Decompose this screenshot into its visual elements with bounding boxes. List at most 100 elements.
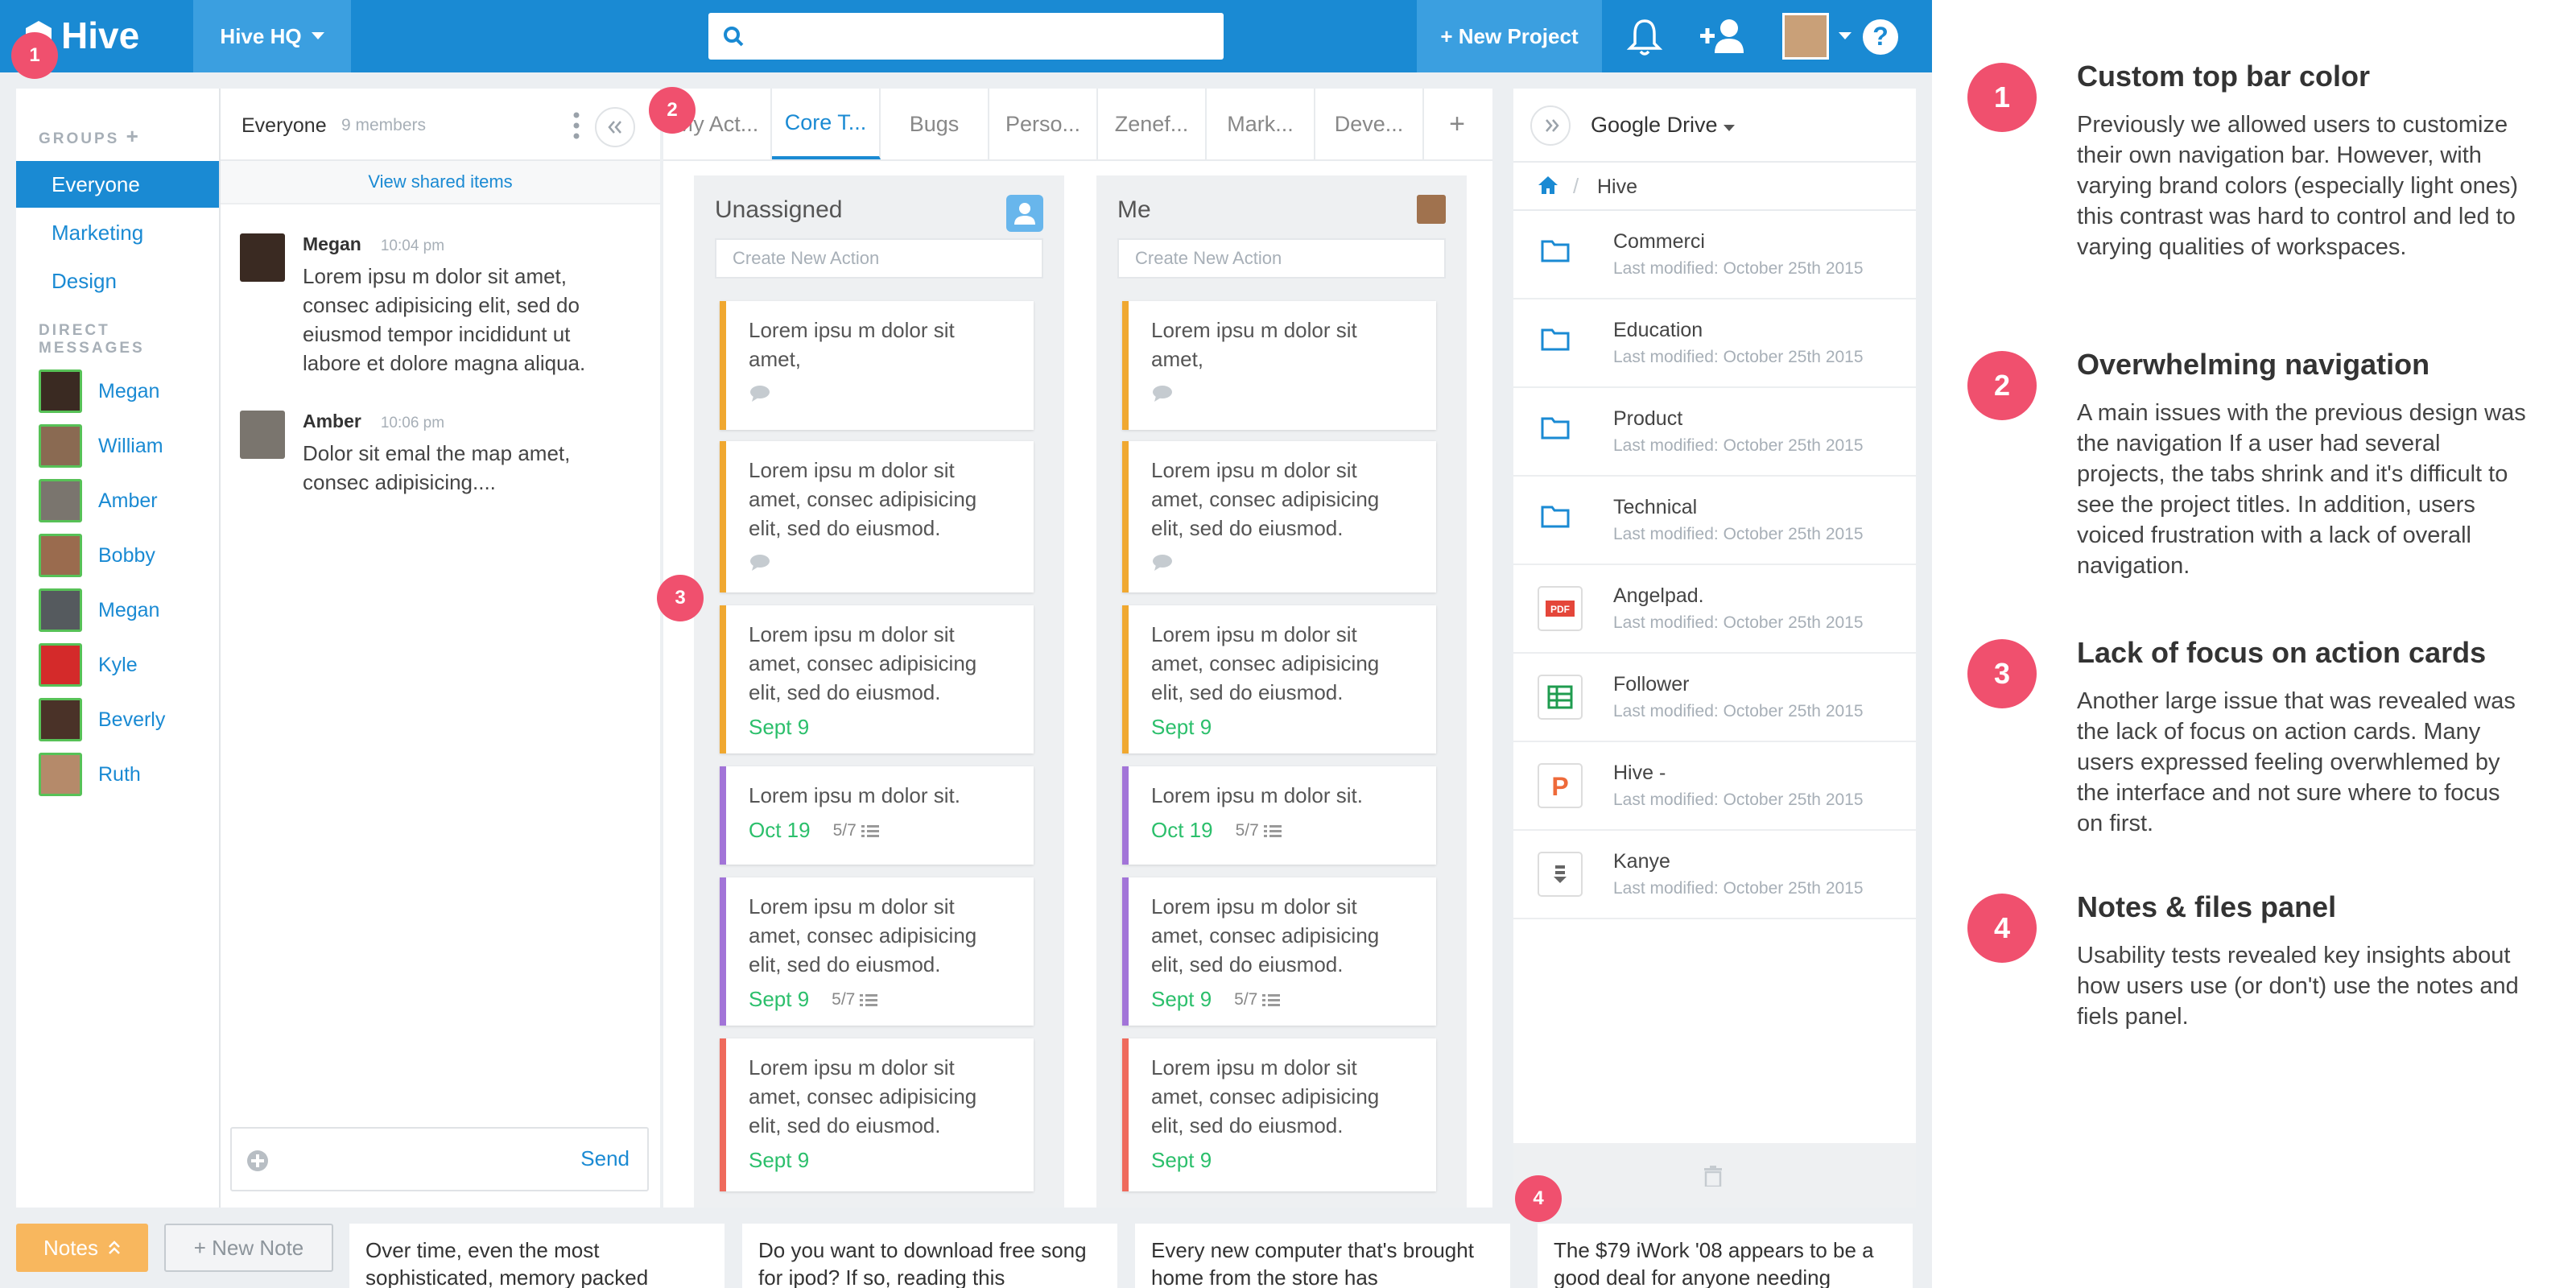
file-row[interactable]: Product Last modified: October 25th 2015 [1513, 388, 1916, 477]
files-header: Google Drive [1513, 89, 1916, 163]
note-card[interactable]: The $79 iWork '08 appears to be a good d… [1538, 1224, 1913, 1288]
file-row[interactable]: Follower Last modified: October 25th 2015 [1513, 654, 1916, 742]
file-modified: Last modified: October 25th 2015 [1613, 525, 1864, 543]
file-name: Follower [1613, 673, 1690, 696]
dm-item[interactable]: Megan [39, 367, 159, 415]
file-row[interactable]: Technical Last modified: October 25th 201… [1513, 477, 1916, 565]
tab-bugs[interactable]: Bugs [881, 89, 989, 159]
group-item-design[interactable]: Design [16, 258, 219, 304]
due-date: Sept 9 [749, 1148, 810, 1172]
dm-item[interactable]: Bobby [39, 531, 155, 580]
card-priority-bar [720, 605, 726, 753]
annotation-text: Usability tests revealed key insights ab… [2077, 943, 2519, 1030]
file-row[interactable]: Kanye Last modified: October 25th 2015 [1513, 831, 1916, 919]
breadcrumb: / Hive [1513, 163, 1916, 211]
add-group-icon[interactable]: + [126, 124, 141, 148]
tab-personal[interactable]: Perso... [989, 89, 1098, 159]
dm-item[interactable]: Kyle [39, 641, 138, 689]
trash-icon[interactable] [1703, 1166, 1723, 1187]
help-icon[interactable]: ? [1861, 18, 1900, 56]
message-text: Dolor sit emal the map amet, consec adip… [303, 441, 571, 494]
action-card[interactable]: Lorem ipsu m dolor sit amet, [720, 301, 1034, 430]
action-card[interactable]: Lorem ipsu m dolor sit amet, consec adip… [1122, 441, 1436, 592]
action-card[interactable]: Lorem ipsu m dolor sit. Oct 19 5/7 [720, 766, 1034, 865]
notes-toggle-button[interactable]: Notes [16, 1224, 148, 1272]
file-modified: Last modified: October 25th 2015 [1613, 436, 1864, 455]
file-source-label: Google Drive [1591, 113, 1718, 137]
card-text: Lorem ipsu m dolor sit amet, [749, 318, 955, 371]
tab-marketing[interactable]: Mark... [1207, 89, 1315, 159]
expand-panel-icon[interactable] [1530, 105, 1571, 147]
note-card[interactable]: Do you want to download free song for ip… [742, 1224, 1117, 1288]
file-source-dropdown[interactable]: Google Drive [1591, 113, 1736, 138]
user-avatar[interactable] [1782, 13, 1829, 60]
bell-icon[interactable] [1626, 18, 1663, 56]
collapse-panel-icon[interactable] [594, 106, 636, 148]
folder-icon [1541, 328, 1570, 351]
dm-item[interactable]: Ruth [39, 750, 141, 799]
tab-core-team[interactable]: Core T... [772, 89, 881, 159]
action-card[interactable]: Lorem ipsu m dolor sit amet, consec adip… [1122, 1038, 1436, 1191]
note-card[interactable]: Every new computer that's brought home f… [1135, 1224, 1510, 1288]
file-name: Hive - [1613, 762, 1666, 784]
add-tab-icon[interactable]: + [1424, 89, 1490, 159]
action-card[interactable]: Lorem ipsu m dolor sit amet, consec adip… [720, 1038, 1034, 1191]
breadcrumb-folder[interactable]: Hive [1597, 175, 1637, 199]
more-options-icon[interactable] [573, 111, 580, 140]
file-name: Product [1613, 407, 1683, 430]
group-item-everyone[interactable]: Everyone [16, 161, 219, 208]
card-text: Lorem ipsu m dolor sit amet, consec adip… [749, 1055, 977, 1137]
add-user-icon[interactable] [1699, 18, 1748, 55]
dm-name: Kyle [98, 653, 138, 676]
send-button[interactable]: Send [580, 1146, 630, 1171]
create-action-input[interactable]: Create New Action [715, 238, 1043, 279]
action-card[interactable]: Lorem ipsu m dolor sit amet, consec adip… [1122, 877, 1436, 1026]
subtask-count: 5/7 [832, 990, 878, 1009]
annotation-title: Custom top bar color [2077, 60, 2371, 93]
file-row[interactable]: Commerci Last modified: October 25th 2015 [1513, 211, 1916, 299]
avatar [39, 753, 82, 796]
view-shared-link[interactable]: View shared items [221, 161, 660, 204]
action-card[interactable]: Lorem ipsu m dolor sit amet, consec adip… [720, 877, 1034, 1026]
card-priority-bar [720, 766, 726, 865]
tab-zenefits[interactable]: Zenef... [1098, 89, 1207, 159]
groups-title-text: GROUPS [39, 130, 120, 147]
file-name: Angelpad. [1613, 584, 1704, 607]
create-action-input[interactable]: Create New Action [1117, 238, 1446, 279]
action-card[interactable]: Lorem ipsu m dolor sit. Oct 19 5/7 [1122, 766, 1436, 865]
new-project-button[interactable]: + New Project [1417, 0, 1602, 72]
search-input[interactable] [755, 24, 1209, 48]
tab-development[interactable]: Deve... [1315, 89, 1424, 159]
dm-item[interactable]: Amber [39, 477, 158, 525]
home-icon[interactable] [1538, 175, 1558, 195]
file-row[interactable]: PDF Angelpad. Last modified: October 25th … [1513, 565, 1916, 654]
action-card[interactable]: Lorem ipsu m dolor sit amet, consec adip… [1122, 605, 1436, 753]
action-card[interactable]: Lorem ipsu m dolor sit amet, consec adip… [720, 605, 1034, 753]
attach-icon[interactable] [246, 1150, 269, 1172]
search-icon [724, 27, 744, 47]
sheet-icon [1538, 675, 1583, 720]
folder-icon [1541, 506, 1570, 528]
svg-text:P: P [1551, 772, 1568, 801]
project-board: My Act... Core T... Bugs Perso... Zenef.… [663, 89, 1492, 1286]
dm-item[interactable]: William [39, 422, 163, 470]
breadcrumb-separator: / [1573, 174, 1579, 198]
file-row[interactable]: P Hive - Last modified: October 25th 2015 [1513, 742, 1916, 831]
workspace-dropdown[interactable]: Hive HQ [193, 0, 351, 72]
file-modified: Last modified: October 25th 2015 [1613, 348, 1864, 366]
card-priority-bar [720, 301, 726, 430]
message-input[interactable]: Send [230, 1127, 649, 1191]
group-item-marketing[interactable]: Marketing [16, 209, 219, 256]
chevron-down-icon[interactable] [1839, 32, 1852, 40]
action-card[interactable]: Lorem ipsu m dolor sit amet, consec adip… [720, 441, 1034, 592]
folder-icon [1541, 417, 1570, 440]
dm-item[interactable]: Megan [39, 586, 159, 634]
avatar [39, 479, 82, 522]
new-note-button[interactable]: + New Note [164, 1224, 333, 1272]
file-row[interactable]: Education Last modified: October 25th 201… [1513, 299, 1916, 388]
file-modified: Last modified: October 25th 2015 [1613, 702, 1864, 720]
dm-item[interactable]: Beverly [39, 696, 165, 744]
action-card[interactable]: Lorem ipsu m dolor sit amet, [1122, 301, 1436, 430]
note-card[interactable]: Over time, even the most sophisticated, … [349, 1224, 724, 1288]
comment-icon [1153, 555, 1172, 571]
